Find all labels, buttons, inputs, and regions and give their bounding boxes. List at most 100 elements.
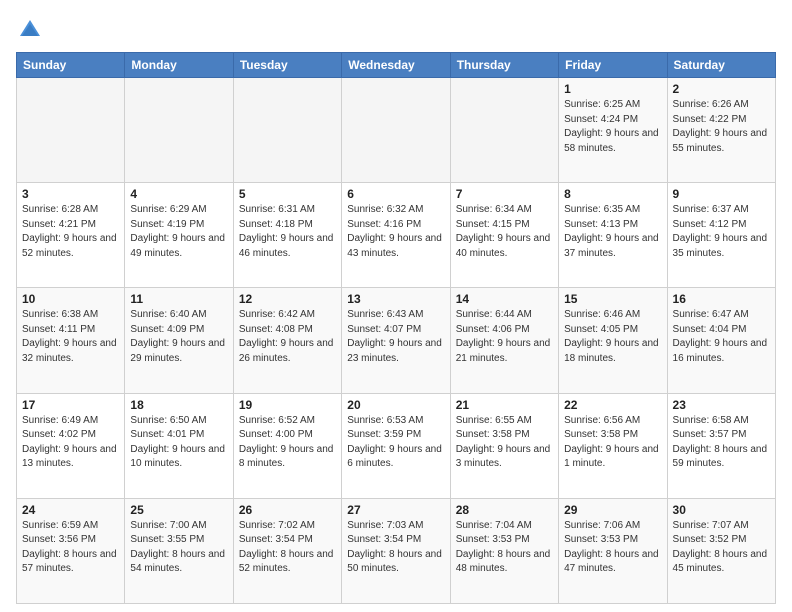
day-number: 9 (673, 187, 770, 201)
weekday-header-sunday: Sunday (17, 53, 125, 78)
page: SundayMondayTuesdayWednesdayThursdayFrid… (0, 0, 792, 612)
day-detail: Sunrise: 7:00 AMSunset: 3:55 PMDaylight:… (130, 519, 227, 577)
day-number: 2 (673, 82, 770, 96)
calendar-cell: 21 Sunrise: 6:55 AMSunset: 3:58 PMDayligh… (450, 393, 558, 498)
day-detail: Sunrise: 6:46 AMSunset: 4:05 PMDaylight:… (564, 308, 661, 366)
day-number: 5 (239, 187, 336, 201)
calendar-cell: 20 Sunrise: 6:53 AMSunset: 3:59 PMDayligh… (342, 393, 450, 498)
day-detail: Sunrise: 6:52 AMSunset: 4:00 PMDaylight:… (239, 414, 336, 472)
day-detail: Sunrise: 7:07 AMSunset: 3:52 PMDaylight:… (673, 519, 770, 577)
calendar-cell: 4 Sunrise: 6:29 AMSunset: 4:19 PMDaylight… (125, 183, 233, 288)
weekday-header-tuesday: Tuesday (233, 53, 341, 78)
calendar-cell: 29 Sunrise: 7:06 AMSunset: 3:53 PMDayligh… (559, 498, 667, 603)
day-number: 27 (347, 503, 444, 517)
day-detail: Sunrise: 6:40 AMSunset: 4:09 PMDaylight:… (130, 308, 227, 366)
day-number: 29 (564, 503, 661, 517)
day-detail: Sunrise: 6:37 AMSunset: 4:12 PMDaylight:… (673, 203, 770, 261)
day-number: 23 (673, 398, 770, 412)
day-number: 12 (239, 292, 336, 306)
calendar-cell (342, 78, 450, 183)
day-detail: Sunrise: 7:06 AMSunset: 3:53 PMDaylight:… (564, 519, 661, 577)
day-number: 3 (22, 187, 119, 201)
calendar-week-2: 10Sunrise: 6:38 AMSunset: 4:11 PMDayligh… (17, 288, 776, 393)
calendar-cell: 12 Sunrise: 6:42 AMSunset: 4:08 PMDayligh… (233, 288, 341, 393)
logo-icon (16, 16, 44, 44)
day-detail: Sunrise: 7:03 AMSunset: 3:54 PMDaylight:… (347, 519, 444, 577)
day-number: 4 (130, 187, 227, 201)
day-number: 22 (564, 398, 661, 412)
weekday-header-wednesday: Wednesday (342, 53, 450, 78)
day-number: 25 (130, 503, 227, 517)
day-number: 15 (564, 292, 661, 306)
calendar-cell: 1 Sunrise: 6:25 AMSunset: 4:24 PMDaylight… (559, 78, 667, 183)
day-detail: Sunrise: 7:04 AMSunset: 3:53 PMDaylight:… (456, 519, 553, 577)
calendar-cell: 13Sunrise: 6:43 AMSunset: 4:07 PMDayligh… (342, 288, 450, 393)
calendar-cell: 27 Sunrise: 7:03 AMSunset: 3:54 PMDayligh… (342, 498, 450, 603)
weekday-header-thursday: Thursday (450, 53, 558, 78)
calendar-cell: 6 Sunrise: 6:32 AMSunset: 4:16 PMDaylight… (342, 183, 450, 288)
day-detail: Sunrise: 6:53 AMSunset: 3:59 PMDaylight:… (347, 414, 444, 472)
day-detail: Sunrise: 6:47 AMSunset: 4:04 PMDaylight:… (673, 308, 770, 366)
day-number: 1 (564, 82, 661, 96)
day-number: 30 (673, 503, 770, 517)
calendar-cell: 7Sunrise: 6:34 AMSunset: 4:15 PMDaylight… (450, 183, 558, 288)
day-detail: Sunrise: 6:59 AMSunset: 3:56 PMDaylight:… (22, 519, 119, 577)
day-detail: Sunrise: 6:32 AMSunset: 4:16 PMDaylight:… (347, 203, 444, 261)
calendar-week-4: 24 Sunrise: 6:59 AMSunset: 3:56 PMDayligh… (17, 498, 776, 603)
weekday-header-friday: Friday (559, 53, 667, 78)
day-detail: Sunrise: 6:38 AMSunset: 4:11 PMDaylight:… (22, 308, 119, 366)
day-number: 24 (22, 503, 119, 517)
calendar-cell: 5Sunrise: 6:31 AMSunset: 4:18 PMDaylight… (233, 183, 341, 288)
weekday-header-saturday: Saturday (667, 53, 775, 78)
calendar-cell: 26Sunrise: 7:02 AMSunset: 3:54 PMDayligh… (233, 498, 341, 603)
logo (16, 16, 48, 44)
day-number: 17 (22, 398, 119, 412)
day-detail: Sunrise: 6:50 AMSunset: 4:01 PMDaylight:… (130, 414, 227, 472)
calendar-cell (125, 78, 233, 183)
day-number: 16 (673, 292, 770, 306)
calendar-week-3: 17 Sunrise: 6:49 AMSunset: 4:02 PMDayligh… (17, 393, 776, 498)
day-detail: Sunrise: 7:02 AMSunset: 3:54 PMDaylight:… (239, 519, 336, 577)
calendar-cell: 10Sunrise: 6:38 AMSunset: 4:11 PMDayligh… (17, 288, 125, 393)
weekday-header-monday: Monday (125, 53, 233, 78)
day-detail: Sunrise: 6:58 AMSunset: 3:57 PMDaylight:… (673, 414, 770, 472)
day-detail: Sunrise: 6:25 AMSunset: 4:24 PMDaylight:… (564, 98, 661, 156)
calendar-cell: 18Sunrise: 6:50 AMSunset: 4:01 PMDayligh… (125, 393, 233, 498)
day-detail: Sunrise: 6:28 AMSunset: 4:21 PMDaylight:… (22, 203, 119, 261)
header (16, 16, 776, 44)
calendar-cell: 23 Sunrise: 6:58 AMSunset: 3:57 PMDayligh… (667, 393, 775, 498)
calendar-cell (450, 78, 558, 183)
day-number: 28 (456, 503, 553, 517)
day-number: 6 (347, 187, 444, 201)
day-detail: Sunrise: 6:35 AMSunset: 4:13 PMDaylight:… (564, 203, 661, 261)
day-detail: Sunrise: 6:29 AMSunset: 4:19 PMDaylight:… (130, 203, 227, 261)
day-detail: Sunrise: 6:49 AMSunset: 4:02 PMDaylight:… (22, 414, 119, 472)
day-number: 21 (456, 398, 553, 412)
calendar-cell (17, 78, 125, 183)
day-detail: Sunrise: 6:55 AMSunset: 3:58 PMDaylight:… (456, 414, 553, 472)
day-number: 19 (239, 398, 336, 412)
day-number: 20 (347, 398, 444, 412)
calendar-cell: 19 Sunrise: 6:52 AMSunset: 4:00 PMDayligh… (233, 393, 341, 498)
calendar-week-1: 3 Sunrise: 6:28 AMSunset: 4:21 PMDaylight… (17, 183, 776, 288)
calendar-cell: 3 Sunrise: 6:28 AMSunset: 4:21 PMDaylight… (17, 183, 125, 288)
calendar-body: 1 Sunrise: 6:25 AMSunset: 4:24 PMDaylight… (17, 78, 776, 604)
calendar-cell: 9 Sunrise: 6:37 AMSunset: 4:12 PMDaylight… (667, 183, 775, 288)
calendar-cell: 17 Sunrise: 6:49 AMSunset: 4:02 PMDayligh… (17, 393, 125, 498)
calendar-cell: 14Sunrise: 6:44 AMSunset: 4:06 PMDayligh… (450, 288, 558, 393)
day-detail: Sunrise: 6:42 AMSunset: 4:08 PMDaylight:… (239, 308, 336, 366)
calendar-cell: 25 Sunrise: 7:00 AMSunset: 3:55 PMDayligh… (125, 498, 233, 603)
day-number: 13 (347, 292, 444, 306)
calendar-cell: 15 Sunrise: 6:46 AMSunset: 4:05 PMDayligh… (559, 288, 667, 393)
calendar-cell: 8 Sunrise: 6:35 AMSunset: 4:13 PMDaylight… (559, 183, 667, 288)
calendar-cell (233, 78, 341, 183)
calendar-cell: 2 Sunrise: 6:26 AMSunset: 4:22 PMDaylight… (667, 78, 775, 183)
day-number: 8 (564, 187, 661, 201)
day-number: 11 (130, 292, 227, 306)
day-detail: Sunrise: 6:44 AMSunset: 4:06 PMDaylight:… (456, 308, 553, 366)
day-number: 7 (456, 187, 553, 201)
weekday-row: SundayMondayTuesdayWednesdayThursdayFrid… (17, 53, 776, 78)
day-detail: Sunrise: 6:26 AMSunset: 4:22 PMDaylight:… (673, 98, 770, 156)
calendar-cell: 22Sunrise: 6:56 AMSunset: 3:58 PMDayligh… (559, 393, 667, 498)
calendar-cell: 28 Sunrise: 7:04 AMSunset: 3:53 PMDayligh… (450, 498, 558, 603)
